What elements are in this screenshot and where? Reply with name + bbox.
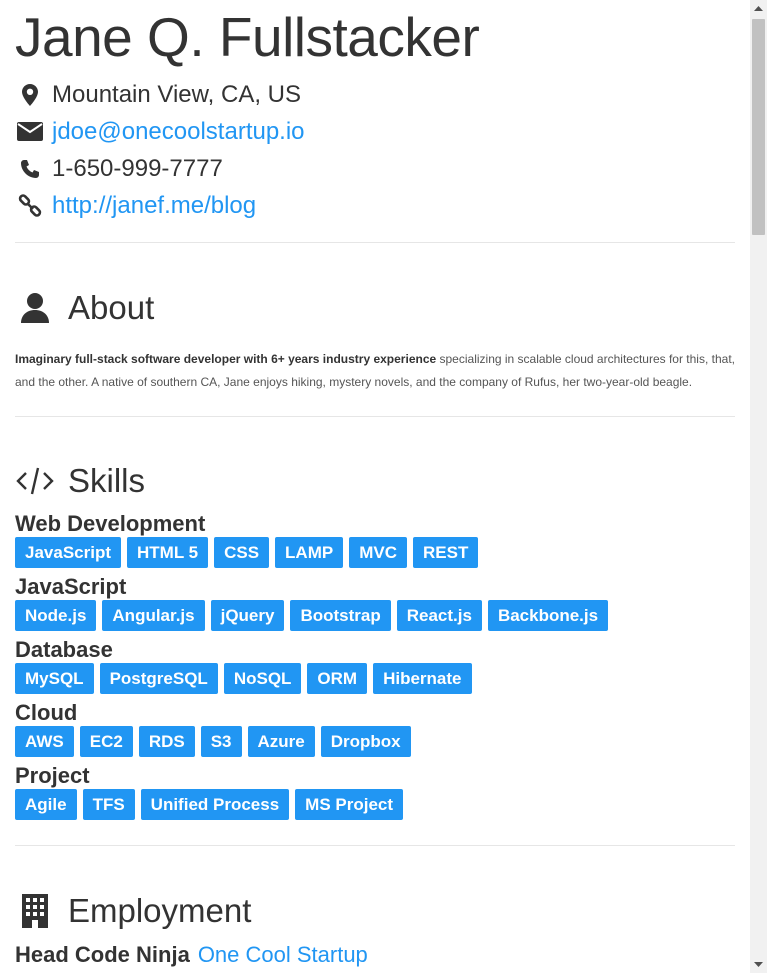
website-link[interactable]: http://janef.me/blog bbox=[52, 192, 256, 220]
skill-tag[interactable]: Dropbox bbox=[320, 726, 411, 757]
skill-group-web: Web Development JavaScript HTML 5 CSS LA… bbox=[15, 511, 735, 568]
contact-email: jdoe@onecoolstartup.io bbox=[15, 113, 735, 150]
map-marker-icon bbox=[15, 83, 45, 107]
skill-tag[interactable]: MS Project bbox=[295, 789, 404, 820]
skills-title: Skills bbox=[68, 462, 146, 499]
skill-tag[interactable]: AWS bbox=[15, 726, 74, 757]
skill-tag[interactable]: CSS bbox=[214, 537, 270, 568]
skill-tag[interactable]: LAMP bbox=[275, 537, 344, 568]
section-divider bbox=[15, 416, 735, 417]
contact-phone: 1-650-999-7777 bbox=[15, 150, 735, 187]
scroll-up-arrow-icon[interactable] bbox=[750, 0, 767, 17]
skill-tag[interactable]: MVC bbox=[349, 537, 407, 568]
section-divider bbox=[15, 845, 735, 846]
skill-tag[interactable]: TFS bbox=[82, 789, 135, 820]
skill-tag[interactable]: EC2 bbox=[79, 726, 133, 757]
skill-tag[interactable]: HTML 5 bbox=[127, 537, 209, 568]
skill-tag[interactable]: Agile bbox=[15, 789, 77, 820]
skill-tags: AWS EC2 RDS S3 Azure Dropbox bbox=[15, 726, 735, 757]
skill-tag[interactable]: Node.js bbox=[15, 600, 97, 631]
envelope-icon bbox=[15, 120, 45, 144]
user-icon bbox=[15, 288, 55, 328]
phone-icon bbox=[15, 157, 45, 181]
job-entry: Head Code Ninja One Cool Startup bbox=[15, 943, 735, 967]
resume-name: Jane Q. Fullstacker bbox=[15, 6, 480, 68]
skill-group-title: Cloud bbox=[15, 700, 78, 725]
skill-group-title: JavaScript bbox=[15, 574, 127, 599]
skill-group-title: Web Development bbox=[15, 511, 206, 536]
contact-location: Mountain View, CA, US bbox=[15, 76, 735, 113]
employment-heading: Employment bbox=[15, 886, 735, 936]
scroll-down-arrow-icon[interactable] bbox=[750, 956, 767, 973]
about-highlight: Imaginary full-stack software developer … bbox=[15, 352, 437, 366]
skill-tag[interactable]: PostgreSQL bbox=[99, 663, 218, 694]
code-icon bbox=[15, 461, 55, 501]
phone-text: 1-650-999-7777 bbox=[52, 154, 223, 182]
skill-tag[interactable]: S3 bbox=[200, 726, 242, 757]
skill-tag[interactable]: REST bbox=[413, 537, 479, 568]
skills-heading: Skills bbox=[15, 456, 735, 506]
skill-tags: JavaScript HTML 5 CSS LAMP MVC REST bbox=[15, 537, 735, 568]
skill-tag[interactable]: JavaScript bbox=[15, 537, 121, 568]
skill-group-cloud: Cloud AWS EC2 RDS S3 Azure Dropbox bbox=[15, 700, 735, 757]
skill-group-title: Project bbox=[15, 763, 90, 788]
skill-group-database: Database MySQL PostgreSQL NoSQL ORM Hibe… bbox=[15, 637, 735, 694]
building-icon bbox=[15, 891, 55, 931]
section-divider bbox=[15, 242, 735, 243]
skill-tag[interactable]: NoSQL bbox=[223, 663, 302, 694]
skill-group-project: Project Agile TFS Unified Process MS Pro… bbox=[15, 763, 735, 820]
about-heading: About bbox=[15, 283, 735, 333]
resume-page: Jane Q. Fullstacker Mountain View, CA, U… bbox=[15, 0, 735, 973]
skill-tag[interactable]: ORM bbox=[307, 663, 368, 694]
skill-tags: MySQL PostgreSQL NoSQL ORM Hibernate bbox=[15, 663, 735, 694]
email-link[interactable]: jdoe@onecoolstartup.io bbox=[52, 118, 305, 146]
skill-tags: Node.js Angular.js jQuery Bootstrap Reac… bbox=[15, 600, 735, 631]
link-icon bbox=[15, 193, 45, 218]
skill-tag[interactable]: React.js bbox=[396, 600, 482, 631]
skill-tag[interactable]: Hibernate bbox=[373, 663, 472, 694]
skill-tag[interactable]: Backbone.js bbox=[487, 600, 609, 631]
skill-tag[interactable]: MySQL bbox=[15, 663, 94, 694]
skill-tag[interactable]: Unified Process bbox=[140, 789, 290, 820]
skill-tag[interactable]: Angular.js bbox=[102, 600, 205, 631]
job-position: Head Code Ninja bbox=[15, 942, 190, 967]
skill-tag[interactable]: jQuery bbox=[210, 600, 285, 631]
skill-tag[interactable]: RDS bbox=[138, 726, 195, 757]
skill-group-javascript: JavaScript Node.js Angular.js jQuery Boo… bbox=[15, 574, 735, 631]
location-text: Mountain View, CA, US bbox=[52, 80, 302, 108]
skill-tags: Agile TFS Unified Process MS Project bbox=[15, 789, 735, 820]
employment-title: Employment bbox=[68, 892, 252, 929]
company-link[interactable]: One Cool Startup bbox=[198, 942, 368, 967]
contact-website: http://janef.me/blog bbox=[15, 187, 735, 224]
about-text: Imaginary full-stack software developer … bbox=[15, 348, 735, 394]
vertical-scrollbar[interactable] bbox=[750, 0, 767, 973]
skill-tag[interactable]: Bootstrap bbox=[290, 600, 391, 631]
about-title: About bbox=[68, 289, 155, 326]
skill-tag[interactable]: Azure bbox=[247, 726, 315, 757]
scrollbar-thumb[interactable] bbox=[752, 19, 765, 235]
skill-group-title: Database bbox=[15, 637, 113, 662]
